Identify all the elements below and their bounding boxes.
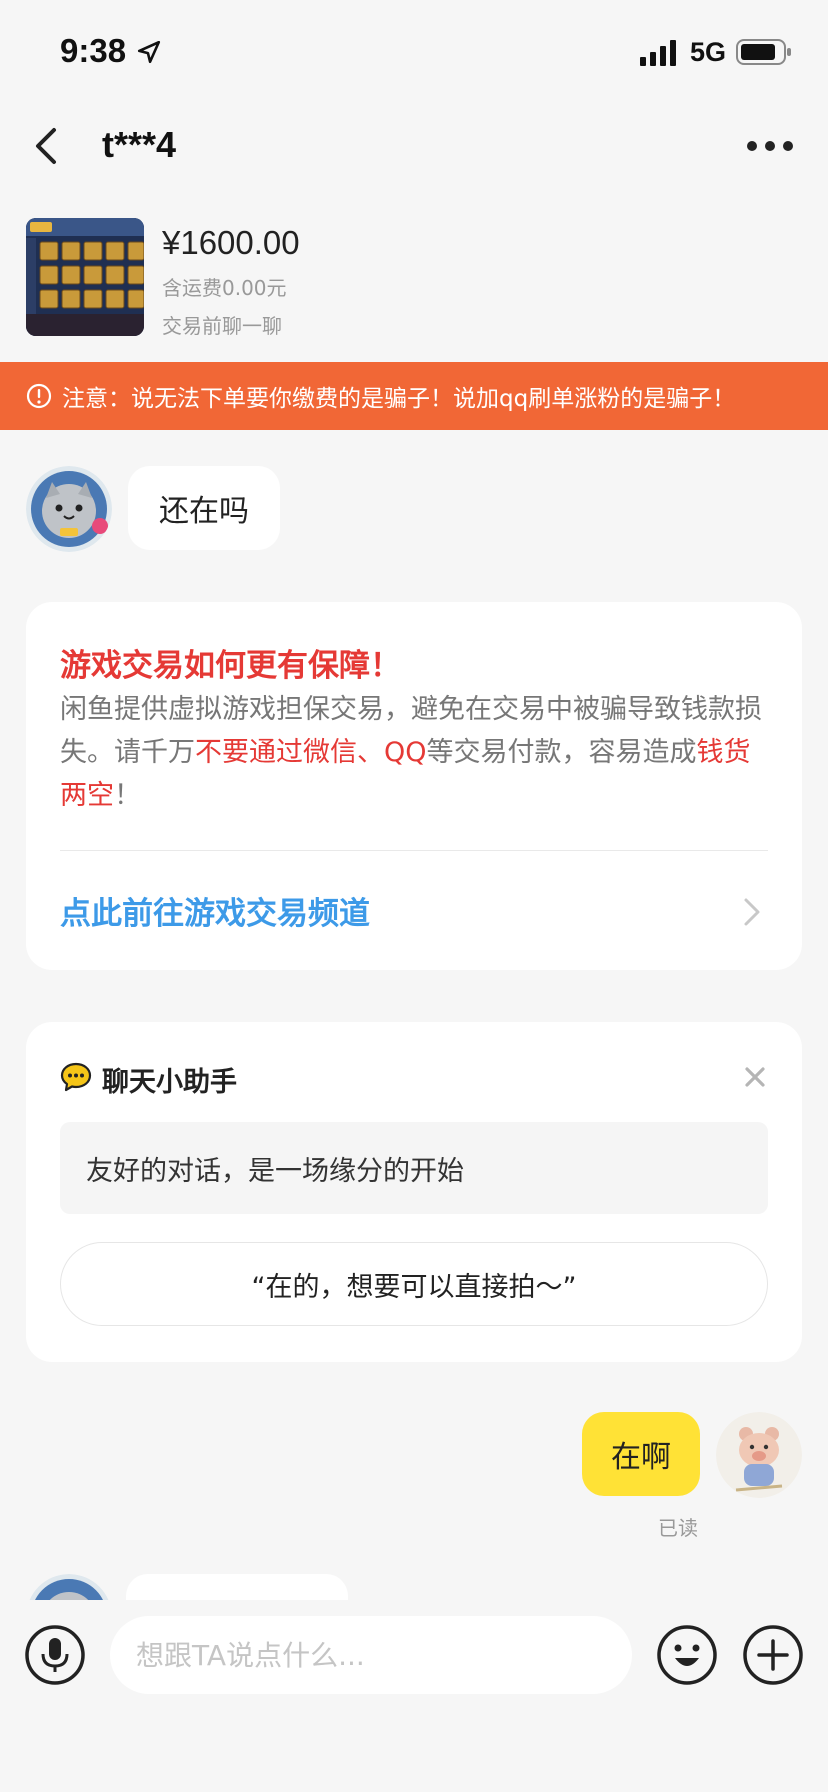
emoji-icon[interactable] <box>656 1624 718 1686</box>
more-dots-icon[interactable] <box>744 130 796 162</box>
partner-avatar[interactable] <box>26 466 112 552</box>
product-shipping: 含运费0.00元 <box>162 276 287 300</box>
pig-avatar <box>716 1412 802 1498</box>
battery-icon <box>736 39 791 65</box>
game-notice-warning-1: 不要通过微信、QQ <box>195 737 427 768</box>
back-chevron-icon[interactable] <box>28 122 64 170</box>
status-time: 9:38 <box>60 32 127 69</box>
product-thumbnail[interactable] <box>26 218 144 336</box>
chat-partner-name: t***4 <box>102 124 177 165</box>
message-input[interactable] <box>110 1616 632 1694</box>
product-hint: 交易前聊一聊 <box>162 314 282 338</box>
warning-text: 注意：说无法下单要你缴费的是骗子！说加qq刷单涨粉的是骗子！ <box>62 386 736 412</box>
helper-tip: 友好的对话，是一场缘分的开始 <box>60 1122 768 1214</box>
location-arrow-icon <box>137 40 161 64</box>
game-notice-text-3: ！ <box>114 780 141 811</box>
game-channel-link[interactable]: 点此前往游戏交易频道 <box>60 888 370 933</box>
message-input-bar <box>0 1600 828 1792</box>
product-header[interactable]: ¥1600.00 含运费0.00元 交易前聊一聊 <box>0 210 828 360</box>
outgoing-message-text: 在啊 <box>611 1440 671 1475</box>
plus-icon[interactable] <box>742 1624 804 1686</box>
chat-helper-card: 聊天小助手 友好的对话，是一场缘分的开始 “在的，想要可以直接拍～” <box>26 1022 802 1362</box>
product-price: ¥1600.00 <box>162 224 300 261</box>
divider <box>60 850 768 851</box>
read-receipt: 已读 <box>658 1516 698 1540</box>
game-inventory-image <box>26 218 144 336</box>
microphone-icon[interactable] <box>24 1624 86 1686</box>
incoming-message[interactable]: 还在吗 <box>128 466 280 550</box>
my-avatar[interactable] <box>716 1412 802 1498</box>
suggested-reply-button[interactable]: “在的，想要可以直接拍～” <box>60 1242 768 1326</box>
game-notice-title: 游戏交易如何更有保障！ <box>60 648 401 684</box>
signal-icon <box>640 40 676 66</box>
chevron-right-icon[interactable] <box>742 896 762 928</box>
chat-screen: 9:38 5G t***4 ¥1600.00 含运费0.00元 交易前聊一聊 注… <box>0 0 828 1792</box>
chat-bubble-icon <box>60 1062 92 1092</box>
game-trade-notice-card: 游戏交易如何更有保障！ 闲鱼提供虚拟游戏担保交易，避免在交易中被骗导致钱款损失。… <box>26 602 802 970</box>
network-label: 5G <box>690 37 727 67</box>
cat-astronaut-avatar <box>26 466 112 552</box>
outgoing-message[interactable]: 在啊 <box>582 1412 700 1496</box>
scam-warning-banner: 注意：说无法下单要你缴费的是骗子！说加qq刷单涨粉的是骗子！ <box>0 362 828 430</box>
game-notice-text-2: 等交易付款，容易造成 <box>426 737 697 768</box>
alert-circle-icon <box>26 383 52 409</box>
incoming-message-text: 还在吗 <box>159 494 249 529</box>
helper-title: 聊天小助手 <box>102 1067 237 1098</box>
game-notice-body: 闲鱼提供虚拟游戏担保交易，避免在交易中被骗导致钱款损失。请千万不要通过微信、QQ… <box>60 688 774 817</box>
close-icon[interactable] <box>742 1064 768 1090</box>
status-bar: 9:38 5G <box>0 0 828 100</box>
